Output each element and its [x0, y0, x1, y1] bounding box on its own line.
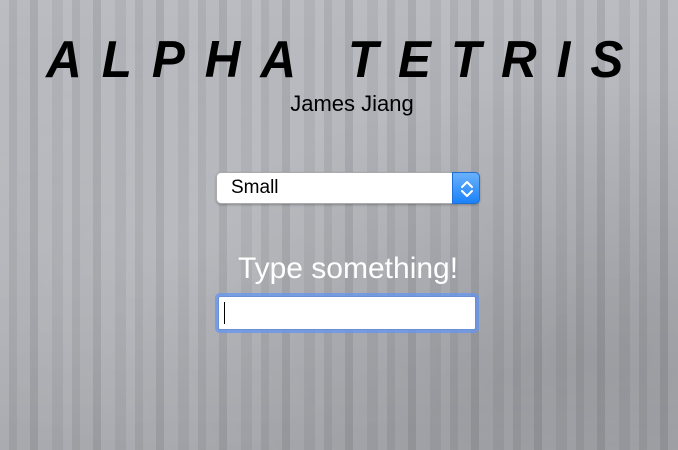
text-caret [224, 302, 225, 324]
type-prompt: Type something! [237, 252, 459, 285]
size-select[interactable]: Small [216, 172, 480, 204]
chevron-up-down-icon [452, 172, 480, 204]
text-input-field[interactable] [218, 296, 476, 330]
size-select-value: Small [231, 177, 279, 198]
author-name: James Jiang [290, 91, 414, 116]
game-title: ALPHA TETRIS [46, 31, 644, 89]
